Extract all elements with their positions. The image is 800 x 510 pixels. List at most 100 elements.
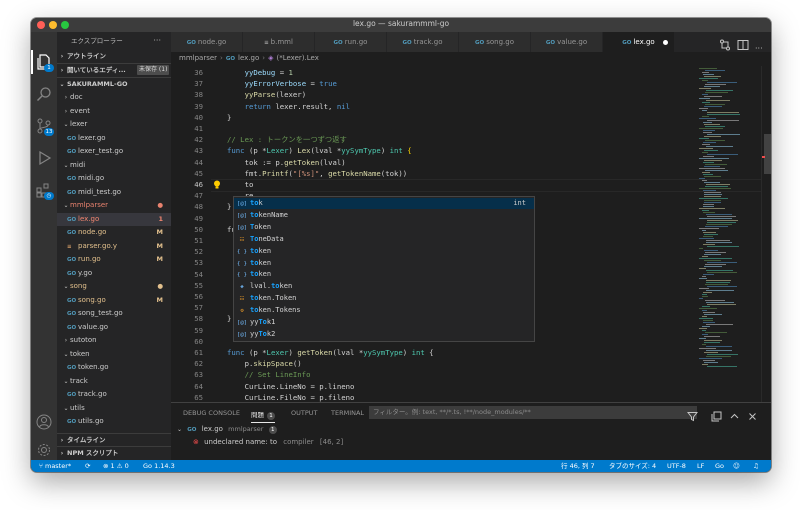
breadcrumb-file[interactable]: lex.go	[238, 54, 259, 62]
minimap-line	[703, 360, 715, 361]
source-control-icon[interactable]: 13	[36, 118, 54, 136]
scrollbar-thumb[interactable]	[764, 134, 771, 174]
tree-file[interactable]: GO song_test.go	[57, 307, 171, 321]
language-mode[interactable]: Go	[715, 460, 724, 472]
breadcrumb-folder[interactable]: mmlparser	[179, 54, 217, 62]
tree-folder[interactable]: › doc	[57, 91, 171, 105]
code-token: p.	[227, 359, 254, 369]
suggest-item[interactable]: ⚙ token.Tokens	[234, 305, 534, 316]
tab-debug-console[interactable]: DEBUG CONSOLE	[183, 409, 240, 417]
tree-file[interactable]: GO value.go	[57, 321, 171, 335]
minimap-line	[699, 148, 713, 149]
code-token: )	[288, 348, 298, 357]
problem-file-row[interactable]: ⌄ GO lex.go mmlparser 1	[177, 423, 277, 435]
tab-value-go[interactable]: GO value.go	[531, 32, 603, 52]
search-icon[interactable]	[36, 86, 52, 102]
tree-file[interactable]: ≡ parser.go.y M	[57, 240, 171, 254]
problems-indicator[interactable]: ⊗ 1 ⚠ 0	[103, 460, 129, 472]
suggest-item[interactable]: ☷ token.Token	[234, 293, 534, 304]
tree-file[interactable]: GO utils.go	[57, 415, 171, 429]
compare-icon[interactable]	[719, 36, 731, 51]
tree-file[interactable]: GO run.go M	[57, 253, 171, 267]
maximize-panel-icon[interactable]	[729, 407, 740, 419]
tree-folder[interactable]: ⌄song ●	[57, 280, 171, 294]
tab-run-go[interactable]: GO run.go	[315, 32, 387, 52]
tab-problems[interactable]: 問題 1	[251, 409, 275, 423]
tab-terminal[interactable]: TERMINAL	[331, 409, 364, 417]
feedback-icon[interactable]: ☺	[733, 460, 740, 472]
suggest-item[interactable]: ☷ ToneData	[234, 234, 534, 245]
close-panel-icon[interactable]	[747, 407, 758, 420]
tree-file[interactable]: GO song.go M	[57, 294, 171, 308]
line-ending[interactable]: LF	[697, 460, 704, 472]
collapse-all-icon[interactable]	[711, 407, 722, 422]
tree-file[interactable]: GO track.go	[57, 388, 171, 402]
tree-file[interactable]: GO midi.go	[57, 172, 171, 186]
tree-file[interactable]: GO y.go	[57, 267, 171, 281]
tab-node-go[interactable]: GO node.go	[171, 32, 243, 52]
unsaved-dot-icon[interactable]	[663, 40, 668, 45]
suggest-item[interactable]: { } token	[234, 269, 534, 280]
account-icon[interactable]	[36, 414, 52, 430]
outline-section[interactable]: › アウトライン	[57, 50, 171, 63]
tree-folder[interactable]: ⌄mmlparser ●	[57, 199, 171, 213]
suggest-item[interactable]: { } token	[234, 258, 534, 269]
notifications-bell-icon[interactable]: ♫	[753, 460, 759, 472]
tree-file[interactable]: GO token.go	[57, 361, 171, 375]
tree-folder[interactable]: ⌄track	[57, 375, 171, 389]
breadcrumb-symbol[interactable]: (*Lexer).Lex	[276, 54, 318, 62]
extensions-icon[interactable]: ◷	[36, 182, 54, 200]
problem-position: [46, 2]	[319, 438, 344, 446]
suggest-item[interactable]: ◈ lval.token	[234, 281, 534, 292]
open-editors-section[interactable]: › 開いているエディ... 未保存 (1)	[57, 63, 171, 77]
tree-file[interactable]: GO lex.go 1	[57, 212, 171, 226]
problem-row[interactable]: ⊗ undeclared name: to compiler [46, 2]	[193, 436, 343, 448]
tree-file[interactable]: GO lexer_test.go	[57, 145, 171, 159]
go-version[interactable]: Go 1.14.3	[143, 460, 175, 472]
timeline-section[interactable]: › タイムライン	[57, 433, 171, 447]
tab-song-go[interactable]: GO song.go	[459, 32, 531, 52]
filter-icon[interactable]	[686, 407, 699, 422]
vertical-scrollbar[interactable]	[761, 66, 771, 402]
suggest-item[interactable]: [@] yyTok2	[234, 329, 534, 340]
tab-size[interactable]: タブのサイズ: 4	[609, 460, 656, 472]
problems-filter-input[interactable]: フィルター。例: text, **/*.ts, !**/node_modules…	[369, 406, 697, 419]
suggest-item[interactable]: [@] tok int	[234, 198, 534, 210]
lightbulb-icon[interactable]	[213, 180, 221, 190]
more-actions-icon[interactable]: ···	[153, 32, 161, 50]
suggest-item[interactable]: { } token	[234, 246, 534, 257]
tree-folder[interactable]: ⌄utils	[57, 402, 171, 416]
tab-b-mml[interactable]: ≡ b.mml	[243, 32, 315, 52]
tab-lex-go[interactable]: GO lex.go	[603, 32, 675, 52]
tree-file[interactable]: GO node.go M	[57, 226, 171, 240]
project-section[interactable]: ⌄ SAKURAMML-GO	[57, 77, 171, 91]
encoding[interactable]: UTF-8	[667, 460, 686, 472]
suggest-item[interactable]: [@] yyTok1	[234, 317, 534, 328]
branch-indicator[interactable]: ⑂ master*	[39, 460, 71, 472]
minimap-line	[702, 306, 710, 307]
run-debug-icon[interactable]	[36, 150, 52, 166]
manage-gear-icon[interactable]	[36, 442, 52, 458]
explorer-icon[interactable]: 1	[36, 54, 54, 72]
tree-folder[interactable]: ⌄midi	[57, 159, 171, 173]
suggest-item[interactable]: [@] Token	[234, 222, 534, 233]
sync-icon[interactable]: ⟳	[85, 460, 90, 472]
tab-track-go[interactable]: GO track.go	[387, 32, 459, 52]
code-line: fmt.Printf("[%s]", getTokenName(tok))	[227, 168, 408, 179]
tree-folder[interactable]: ⌄lexer	[57, 118, 171, 132]
cursor-position[interactable]: 行 46, 列 7	[561, 460, 595, 472]
tree-folder[interactable]: › event	[57, 105, 171, 119]
tree-folder[interactable]: › sutoton	[57, 334, 171, 348]
minimap-line	[699, 338, 706, 339]
minimap[interactable]	[697, 66, 761, 402]
tree-folder[interactable]: ⌄token	[57, 348, 171, 362]
npm-scripts-section[interactable]: › NPM スクリプト	[57, 446, 171, 460]
tree-file[interactable]: GO lexer.go	[57, 132, 171, 146]
split-editor-icon[interactable]	[737, 36, 749, 50]
minimap-line	[702, 294, 707, 295]
suggest-item[interactable]: [@] tokenName	[234, 210, 534, 221]
more-actions-icon[interactable]: ···	[755, 36, 767, 53]
tab-output[interactable]: OUTPUT	[291, 409, 318, 417]
suggest-widget[interactable]: [@] tok int [@] tokenName [@] Token ☷ ToneData{ …	[233, 196, 535, 342]
tree-file[interactable]: GO midi_test.go	[57, 186, 171, 200]
